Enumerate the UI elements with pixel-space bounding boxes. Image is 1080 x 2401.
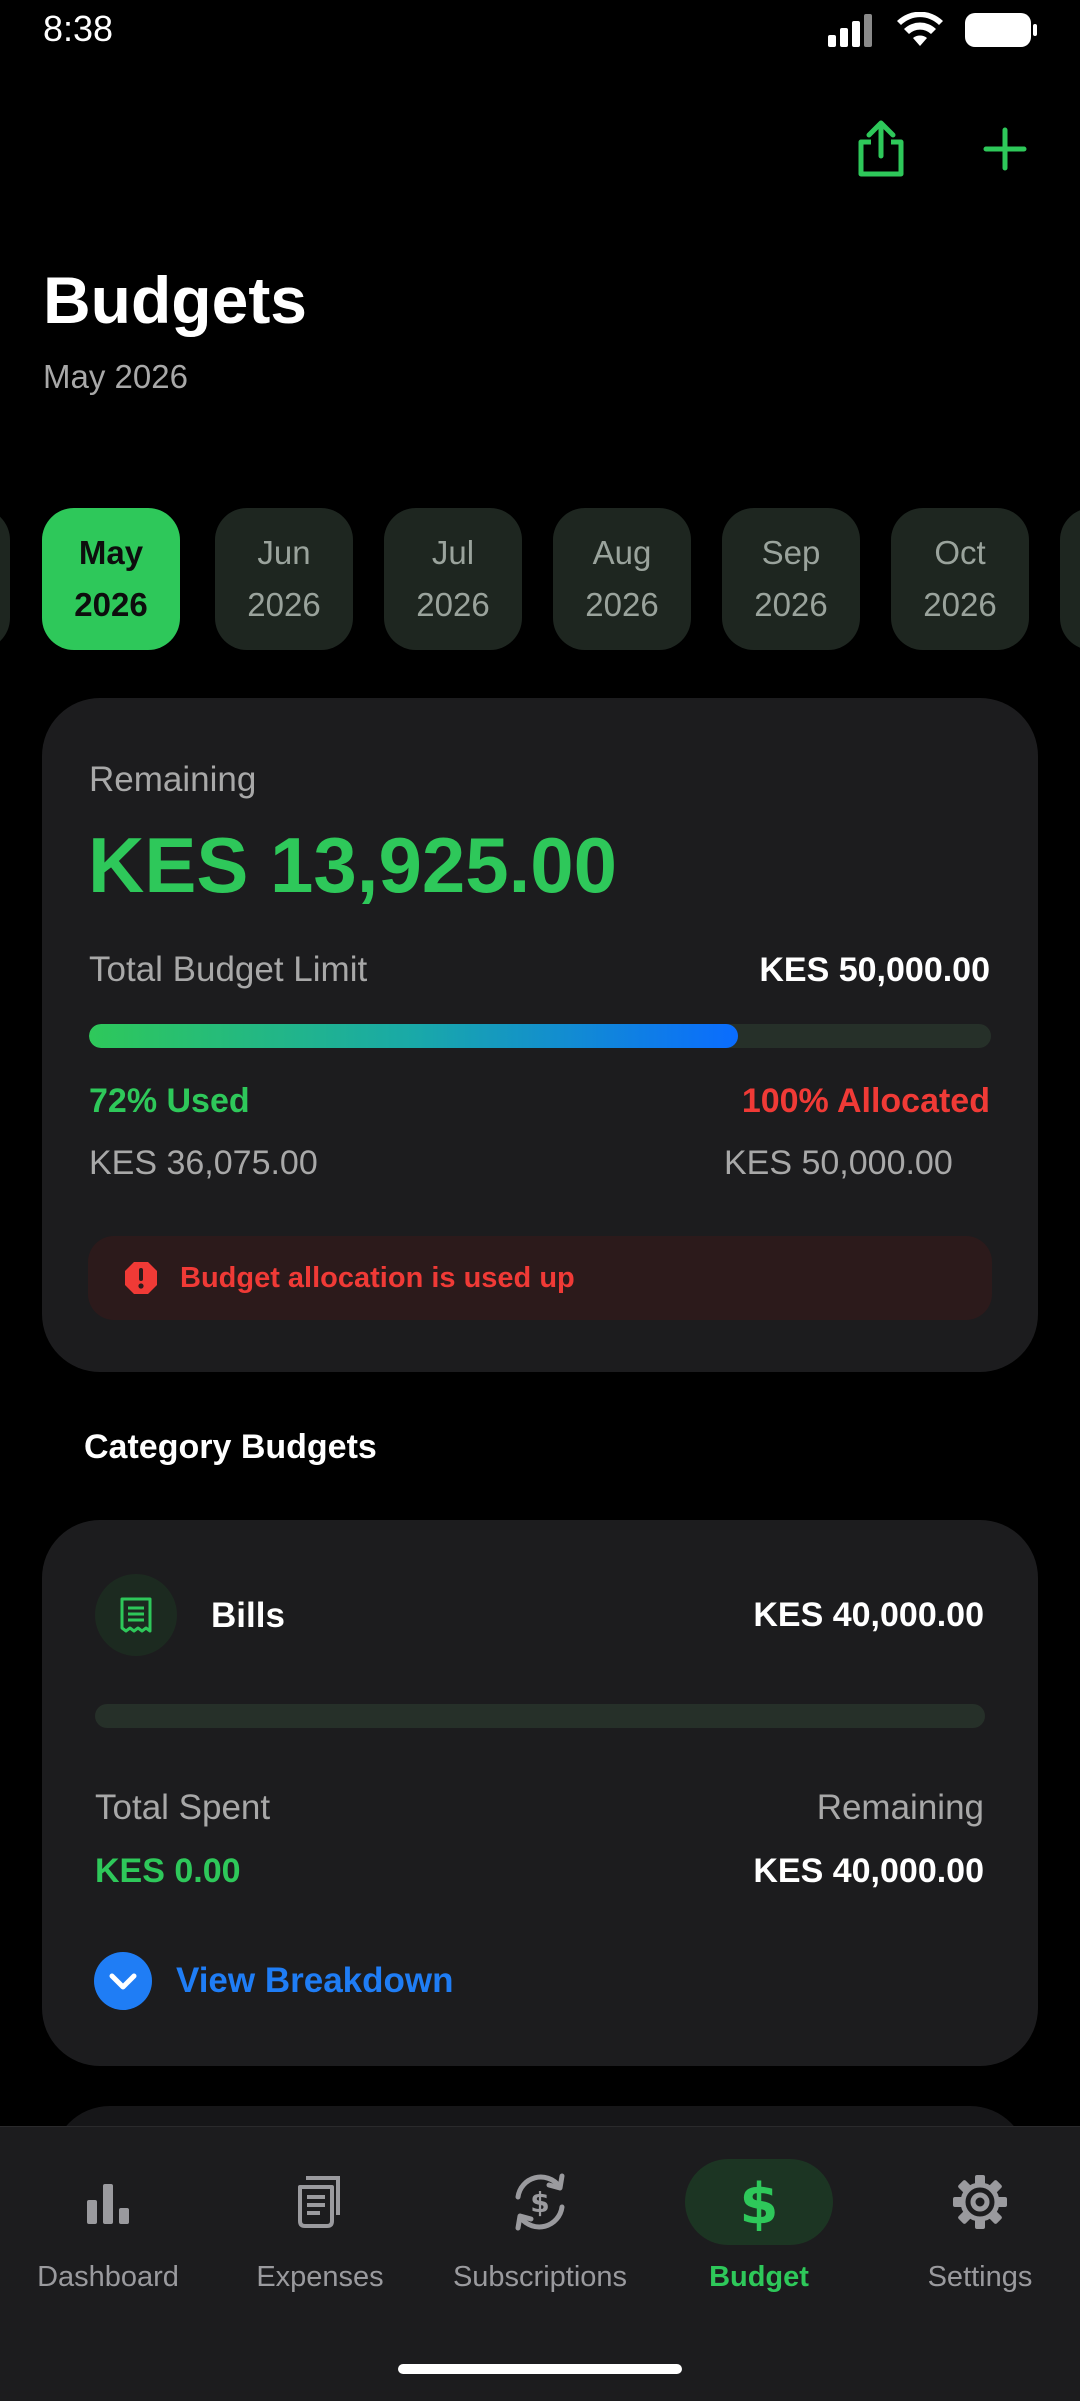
month-selector: May 2026 Jun 2026 Jul 2026 Aug 2026 Sep … — [0, 508, 1080, 650]
allocated-amount: KES 50,000.00 — [724, 1144, 953, 1182]
add-budget-button[interactable] — [970, 114, 1040, 184]
month-chip-next[interactable] — [1060, 508, 1080, 650]
nav-label: Budget — [709, 2261, 809, 2293]
nav-label: Subscriptions — [452, 2261, 628, 2293]
page-subtitle: May 2026 — [43, 358, 188, 395]
category-name: Bills — [211, 1596, 285, 1635]
month-chip-year: 2026 — [247, 586, 321, 623]
used-percent: 72% Used — [89, 1082, 250, 1120]
month-chip-year: 2026 — [74, 586, 148, 623]
battery-icon — [965, 13, 1037, 47]
budget-progress-track — [89, 1024, 991, 1048]
month-chip-month: Aug — [592, 534, 652, 571]
nav-label: Expenses — [256, 2261, 384, 2293]
month-chip[interactable]: Sep 2026 — [722, 508, 860, 650]
category-section-title: Category Budgets — [84, 1428, 377, 1466]
remaining-value: KES 13,925.00 — [88, 821, 618, 909]
chevron-down-circle-icon — [94, 1952, 152, 2010]
bar-chart-icon — [87, 2184, 129, 2224]
month-chip[interactable]: Jun 2026 — [215, 508, 353, 650]
month-chip[interactable]: Oct 2026 — [891, 508, 1029, 650]
limit-value: KES 50,000.00 — [759, 951, 990, 989]
month-chip[interactable]: May 2026 — [42, 508, 180, 650]
used-amount: KES 36,075.00 — [89, 1144, 318, 1182]
month-chip-month: Jun — [257, 534, 311, 571]
category-amount: KES 40,000.00 — [753, 1596, 984, 1634]
status-time: 8:38 — [43, 8, 114, 49]
month-chip-month: Sep — [761, 534, 821, 571]
dollar-icon: $ — [740, 2173, 779, 2231]
plus-icon — [983, 127, 1027, 171]
category-remaining-value: KES 40,000.00 — [753, 1852, 984, 1890]
budget-progress-fill — [89, 1024, 739, 1048]
allocated-percent: 100% Allocated — [741, 1082, 990, 1120]
category-progress-track — [95, 1704, 985, 1728]
total-spent-value: KES 0.00 — [95, 1852, 241, 1890]
month-chip-year: 2026 — [923, 586, 997, 623]
nav-label: Settings — [927, 2261, 1033, 2293]
signal-icon — [828, 14, 872, 47]
month-chip[interactable]: Aug 2026 — [553, 508, 691, 650]
month-chip-previous[interactable] — [0, 508, 10, 650]
month-chip[interactable]: Jul 2026 — [384, 508, 522, 650]
page-title: Budgets — [43, 263, 307, 337]
share-button[interactable] — [846, 114, 916, 184]
nav-dashboard[interactable]: Dashboard — [0, 2127, 216, 2357]
month-chip-month: May — [78, 534, 144, 571]
limit-label: Total Budget Limit — [89, 950, 368, 989]
nav-settings[interactable]: Settings — [872, 2127, 1080, 2357]
receipt-icon — [298, 2176, 340, 2228]
nav-budget[interactable]: $ Budget — [651, 2127, 867, 2357]
nav-subscriptions[interactable]: $ Subscriptions — [432, 2127, 648, 2357]
month-chip-year: 2026 — [416, 586, 490, 623]
view-breakdown-label: View Breakdown — [176, 1961, 454, 2000]
month-chip-month: Oct — [934, 534, 986, 571]
svg-text:$: $ — [530, 2186, 549, 2219]
recurring-dollar-icon: $ — [515, 2173, 565, 2231]
category-icon-badge — [95, 1574, 177, 1656]
nav-expenses[interactable]: Expenses — [212, 2127, 428, 2357]
wifi-icon — [897, 12, 943, 46]
gear-icon — [953, 2175, 1007, 2229]
remaining-label: Remaining — [89, 760, 257, 799]
view-breakdown-button[interactable]: View Breakdown — [94, 1952, 454, 2010]
category-remaining-label: Remaining — [816, 1788, 984, 1827]
nav-label: Dashboard — [37, 2261, 179, 2293]
month-chip-year: 2026 — [585, 586, 659, 623]
share-icon — [858, 120, 904, 177]
warning-icon — [125, 1262, 157, 1294]
home-indicator — [398, 2364, 682, 2374]
bill-icon — [120, 1597, 152, 1633]
svg-text:$: $ — [740, 2173, 779, 2231]
total-spent-label: Total Spent — [95, 1788, 271, 1827]
month-chip-month: Jul — [431, 534, 475, 571]
bottom-nav: Dashboard Expenses $ Subscriptions $ Bud… — [0, 2126, 1080, 2401]
alert-text: Budget allocation is used up — [180, 1261, 575, 1294]
status-icons — [826, 12, 1038, 48]
month-chip-year: 2026 — [754, 586, 828, 623]
allocation-alert: Budget allocation is used up — [88, 1236, 992, 1320]
